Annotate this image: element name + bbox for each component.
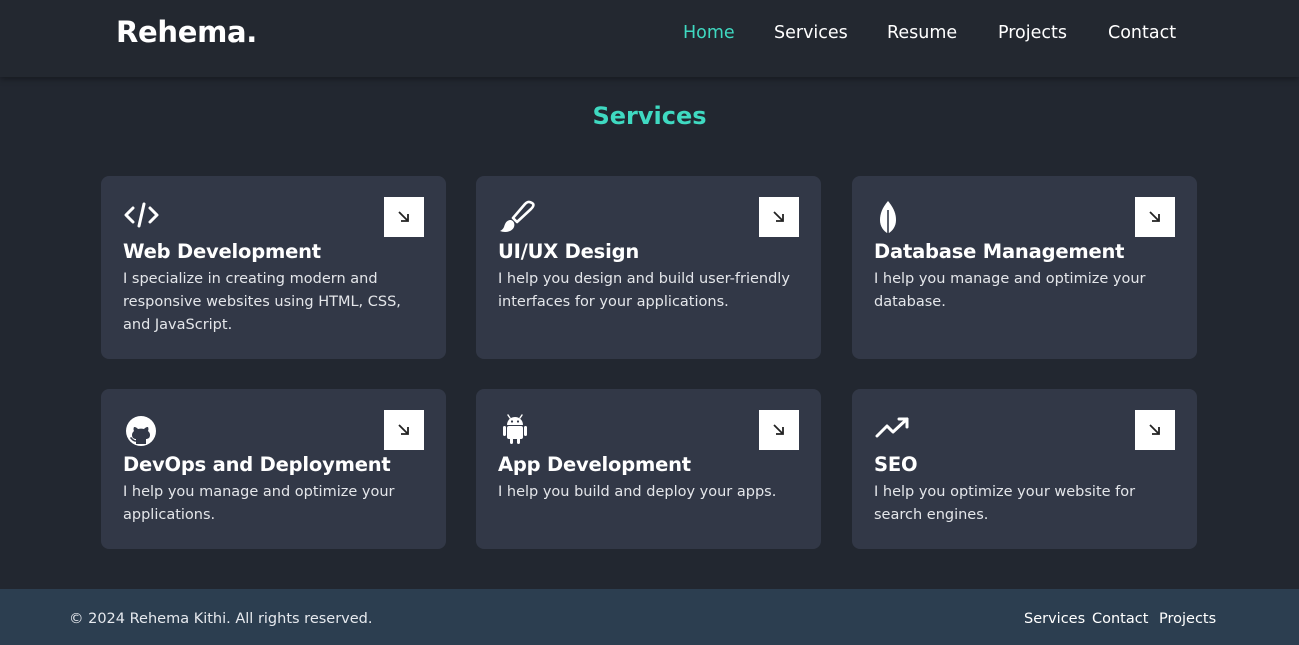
open-service-button[interactable] <box>384 410 424 450</box>
open-service-button[interactable] <box>1135 410 1175 450</box>
service-description: I help you design and build user-friendl… <box>498 271 790 310</box>
nav-resume[interactable]: Resume <box>887 23 957 43</box>
service-card-app-development: App Development I help you build and dep… <box>476 389 821 549</box>
service-title: Web Development <box>123 240 321 263</box>
service-card-devops: DevOps and Deployment I help you manage … <box>101 389 446 549</box>
open-service-button[interactable] <box>384 197 424 237</box>
trending-up-icon <box>874 413 912 451</box>
nav-projects[interactable]: Projects <box>998 23 1067 43</box>
services-heading: Services <box>592 102 707 130</box>
footer-link-contact[interactable]: Contact <box>1092 611 1148 627</box>
service-card-seo: SEO I help you optimize your website for… <box>852 389 1197 549</box>
arrow-down-right-icon <box>773 211 784 222</box>
service-description: I specialize in creating modern and resp… <box>123 271 401 333</box>
github-icon <box>123 413 161 451</box>
open-service-button[interactable] <box>759 410 799 450</box>
android-icon <box>498 413 536 451</box>
nav-home[interactable]: Home <box>683 23 735 43</box>
open-service-button[interactable] <box>759 197 799 237</box>
service-description: I help you build and deploy your apps. <box>498 484 777 500</box>
service-card-web-development: Web Development I specialize in creating… <box>101 176 446 359</box>
service-title: Database Management <box>874 240 1125 263</box>
site-header: Rehema. Home Services Resume Projects Co… <box>0 0 1299 77</box>
service-description: I help you manage and optimize your data… <box>874 271 1146 310</box>
nav-contact[interactable]: Contact <box>1108 23 1176 43</box>
leaf-icon <box>874 200 912 238</box>
arrow-down-right-icon <box>398 211 409 222</box>
service-title: App Development <box>498 453 691 476</box>
main-nav: Home Services Resume Projects Contact <box>0 23 1299 47</box>
copyright-text: © 2024 Rehema Kithi. All rights reserved… <box>69 611 373 627</box>
arrow-down-right-icon <box>398 424 409 435</box>
service-title: UI/UX Design <box>498 240 640 263</box>
open-service-button[interactable] <box>1135 197 1175 237</box>
footer-link-projects[interactable]: Projects <box>1159 611 1216 627</box>
paintbrush-icon <box>498 200 536 238</box>
site-footer: © 2024 Rehema Kithi. All rights reserved… <box>0 589 1299 645</box>
service-card-database-management: Database Management I help you manage an… <box>852 176 1197 359</box>
nav-services[interactable]: Services <box>774 23 848 43</box>
service-description: I help you optimize your website for sea… <box>874 484 1136 523</box>
service-card-ui-ux-design: UI/UX Design I help you design and build… <box>476 176 821 359</box>
service-title: SEO <box>874 453 918 476</box>
arrow-down-right-icon <box>1149 211 1160 222</box>
service-description: I help you manage and optimize your appl… <box>123 484 395 523</box>
footer-link-services[interactable]: Services <box>1024 611 1085 627</box>
arrow-down-right-icon <box>773 424 784 435</box>
service-title: DevOps and Deployment <box>123 453 391 476</box>
arrow-down-right-icon <box>1149 424 1160 435</box>
code-icon <box>123 200 161 238</box>
